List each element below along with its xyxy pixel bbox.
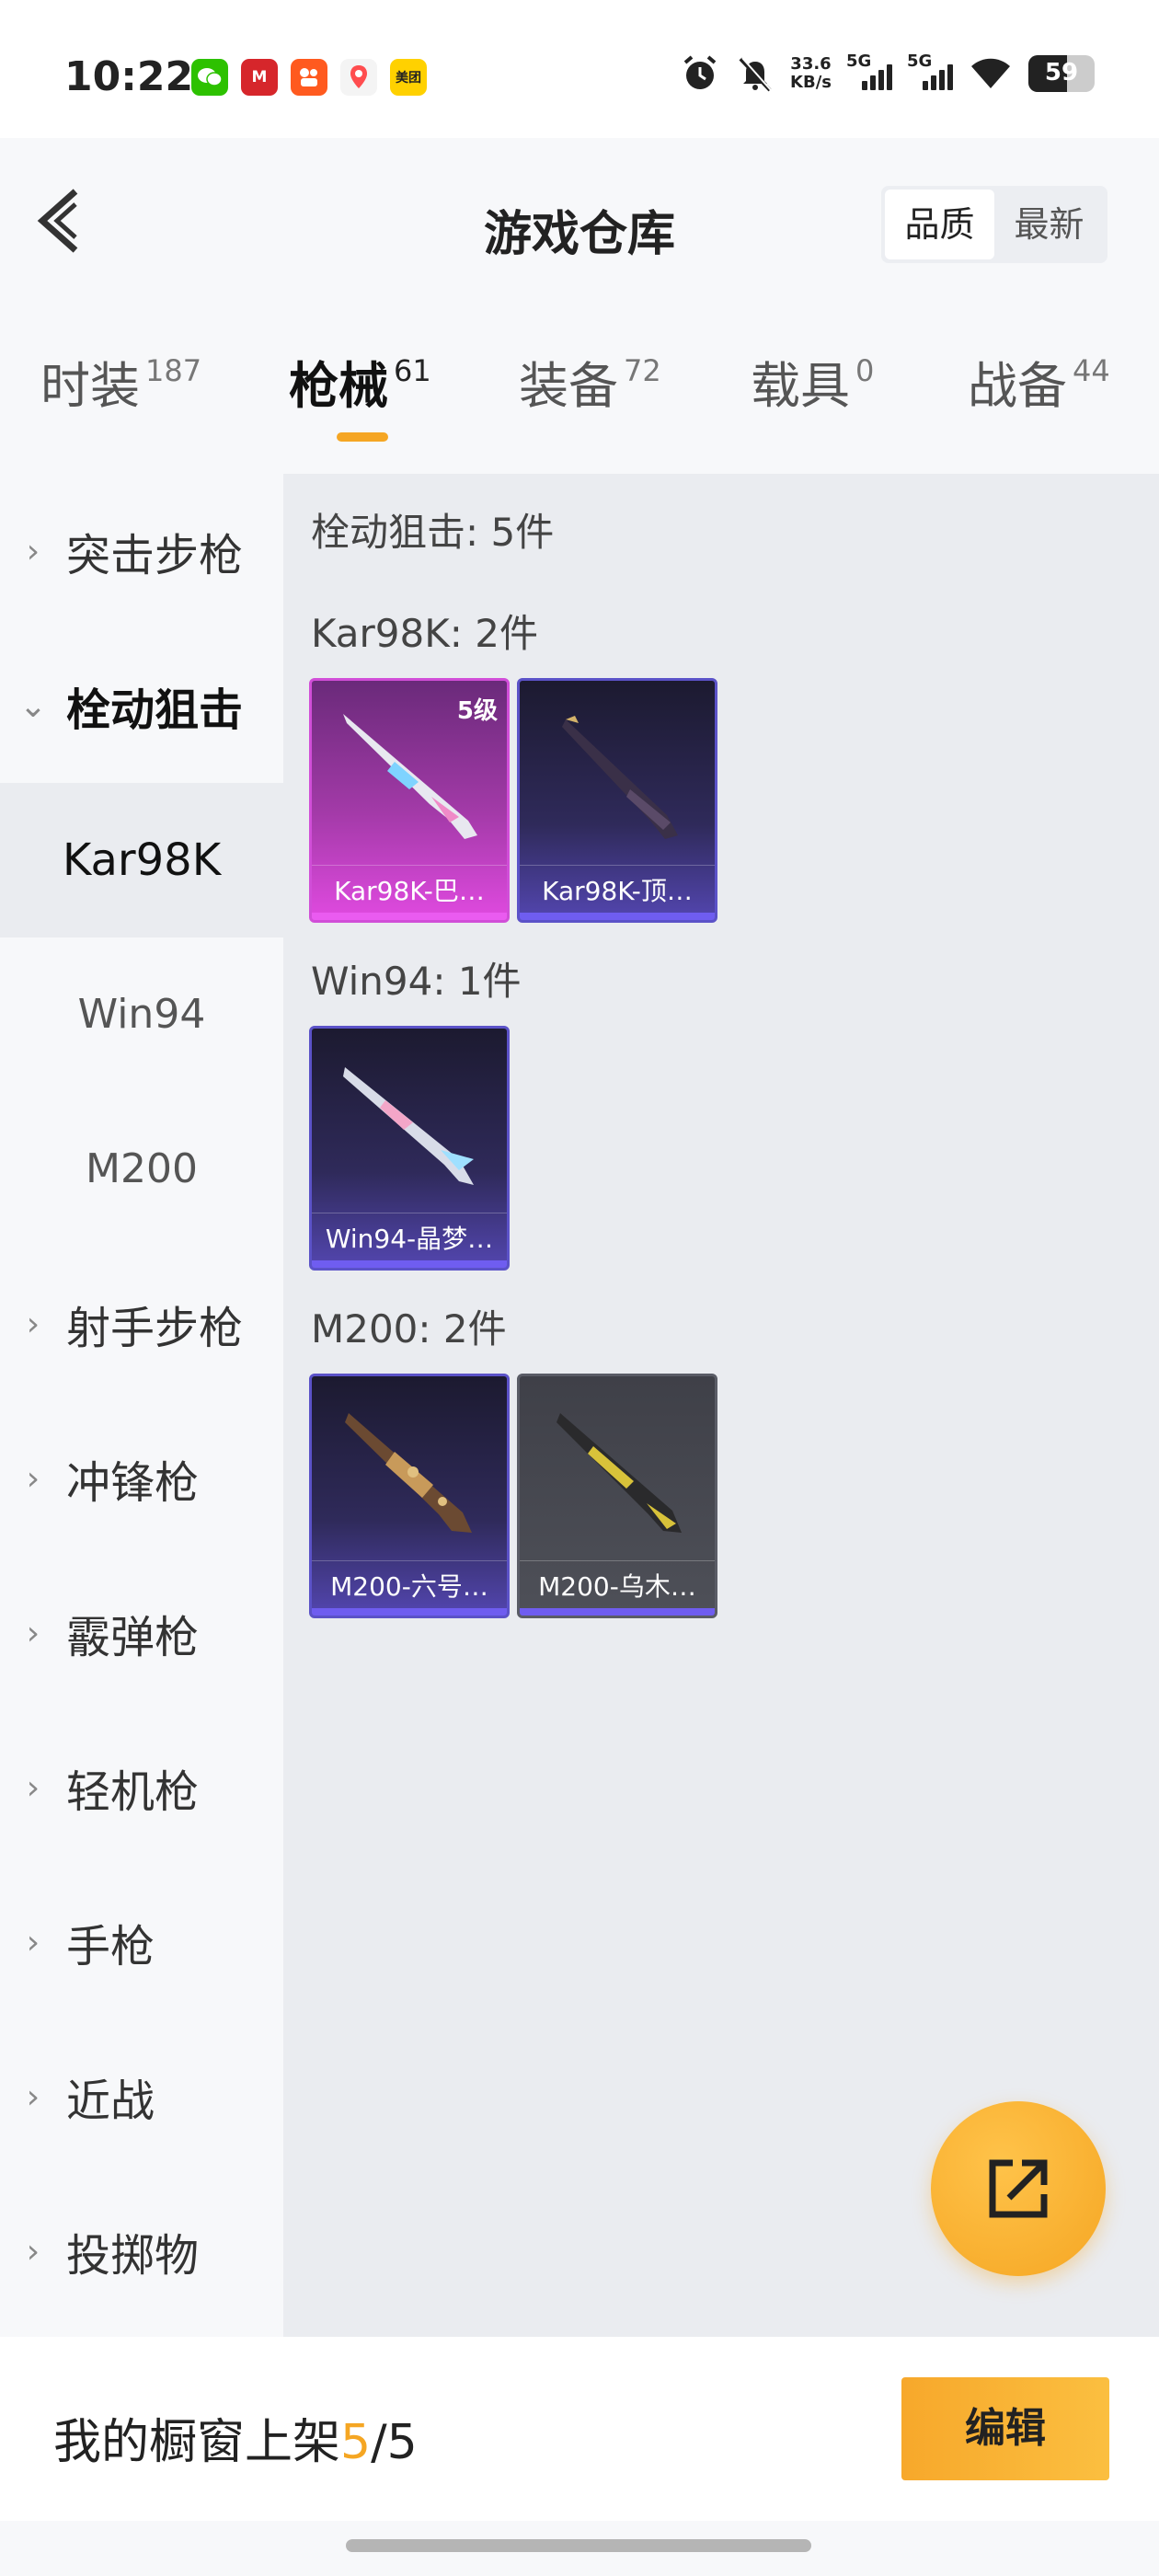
metro-icon: M [241, 59, 278, 96]
sidebar-item-pistols[interactable]: › 手枪 [0, 1865, 283, 2019]
chevron-right-icon: › [26, 1614, 40, 1652]
rarity-bar [312, 913, 507, 920]
weapon-name: Win94-晶梦… [312, 1213, 507, 1264]
signal-strength-icon: 5G [846, 52, 892, 94]
showcase-status: 我的橱窗上架5/5 [53, 2415, 418, 2470]
mute-bell-icon [739, 57, 773, 92]
showcase-bar: 我的橱窗上架5/5 编辑 [0, 2337, 1159, 2521]
network-speed: 33.6 KB/s [790, 54, 832, 92]
sidebar-subitem-m200[interactable]: M200 [0, 1092, 283, 1247]
edit-button[interactable]: 编辑 [901, 2377, 1109, 2480]
tab-equipment[interactable]: 装备 72 [519, 345, 661, 446]
rarity-bar [520, 1608, 715, 1616]
weapon-category-sidebar: › 突击步枪 ⌄ 栓动狙击 Kar98K Win94 M200 › 射手步枪 › 冲锋枪… [0, 474, 283, 2337]
sidebar-item-assault-rifles[interactable]: › 突击步枪 [0, 474, 283, 628]
sidebar-item-melee[interactable]: › 近战 [0, 2019, 283, 2174]
category-tabs: 时装 187 枪械 61 装备 72 载具 0 战备 44 [0, 345, 1159, 446]
location-app-icon [340, 59, 377, 96]
share-floating-button[interactable] [931, 2101, 1106, 2276]
sort-quality-option[interactable]: 品质 [885, 190, 994, 259]
sort-toggle: 品质 最新 [881, 186, 1107, 263]
chevron-right-icon: › [26, 2077, 40, 2116]
system-status-icons: 33.6 KB/s 5G 5G 59 [680, 52, 1095, 94]
weapon-name: Kar98K-顶… [520, 865, 715, 916]
section-title: 栓动狙击: 5件 [311, 510, 555, 555]
kuaishou-icon [291, 59, 327, 96]
tab-firearms[interactable]: 枪械 61 [289, 345, 431, 446]
chevron-right-icon: › [26, 1305, 40, 1343]
tab-battle-prep[interactable]: 战备 44 [968, 345, 1110, 446]
sidebar-item-lmgs[interactable]: › 轻机枪 [0, 1710, 283, 1865]
rifle-skin-icon [343, 1067, 474, 1185]
sort-newest-option[interactable]: 最新 [994, 190, 1104, 259]
weapon-card[interactable]: 5级 Kar98K-巴… [309, 678, 510, 923]
chevron-right-icon: › [26, 2232, 40, 2271]
rifle-skin-icon [557, 1413, 682, 1533]
chevron-right-icon: › [26, 1768, 40, 1807]
tab-vehicles[interactable]: 载具 0 [751, 345, 874, 446]
sidebar-item-marksman-rifles[interactable]: › 射手步枪 [0, 1247, 283, 1401]
rifle-skin-icon [343, 714, 477, 839]
battery-icon: 59 [1028, 55, 1095, 92]
weapon-card[interactable]: M200-六号… [309, 1374, 510, 1618]
status-bar: 10:22 M 美团 33.6 KB/s 5G 5G 59 [0, 0, 1159, 138]
weapon-name: M200-六号… [312, 1560, 507, 1612]
chevron-down-icon: ⌄ [18, 686, 48, 725]
rifle-skin-icon [345, 1413, 472, 1533]
sidebar-item-smgs[interactable]: › 冲锋枪 [0, 1401, 283, 1556]
sidebar-item-throwables[interactable]: › 投掷物 [0, 2174, 283, 2329]
home-indicator[interactable] [346, 2539, 811, 2552]
notification-app-icons: M 美团 [191, 59, 427, 96]
group-title-kar98k: Kar98K: 2件 [311, 611, 539, 656]
weapon-card[interactable]: Win94-晶梦… [309, 1026, 510, 1271]
wechat-icon [191, 59, 228, 96]
sidebar-subitem-win94[interactable]: Win94 [0, 937, 283, 1092]
sidebar-subitem-kar98k[interactable]: Kar98K [0, 783, 283, 937]
meituan-icon: 美团 [390, 59, 427, 96]
showcase-count: 5 [340, 2415, 372, 2470]
status-time: 10:22 [64, 53, 194, 100]
rarity-bar [520, 913, 715, 920]
weapon-card[interactable]: M200-乌木… [517, 1374, 717, 1618]
sidebar-item-shotguns[interactable]: › 霰弹枪 [0, 1556, 283, 1710]
page-header: 游戏仓库 品质 最新 [0, 138, 1159, 304]
rifle-skin-icon [562, 716, 678, 839]
tab-fashion[interactable]: 时装 187 [40, 345, 201, 446]
active-tab-indicator [337, 432, 388, 442]
alarm-icon [683, 55, 717, 89]
weapon-name: M200-乌木… [520, 1560, 715, 1612]
weapon-list-panel: 栓动狙击: 5件 Kar98K: 2件 5级 Kar98K-巴… Kar98K-… [283, 474, 1159, 2337]
group-title-win94: Win94: 1件 [311, 959, 522, 1004]
group-title-m200: M200: 2件 [311, 1306, 507, 1351]
weapon-card[interactable]: Kar98K-顶… [517, 678, 717, 923]
chevron-right-icon: › [26, 532, 40, 570]
rarity-bar [312, 1260, 507, 1268]
weapon-name: Kar98K-巴… [312, 865, 507, 916]
rarity-bar [312, 1608, 507, 1616]
chevron-right-icon: › [26, 1923, 40, 1961]
share-external-icon [989, 2159, 1048, 2218]
wifi-icon [971, 58, 1010, 88]
chevron-right-icon: › [26, 1459, 40, 1498]
signal-strength-icon-2: 5G [907, 52, 953, 94]
sidebar-item-bolt-action-snipers[interactable]: ⌄ 栓动狙击 [0, 628, 283, 783]
